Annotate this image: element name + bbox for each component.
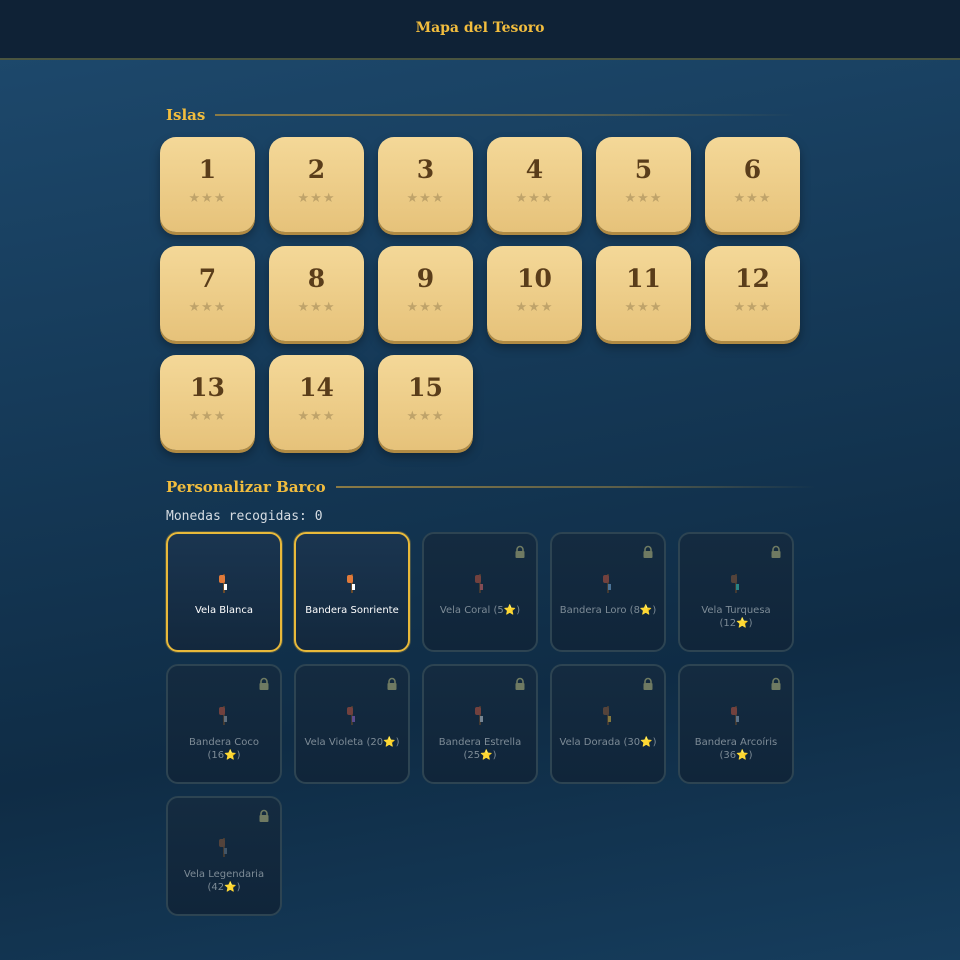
islands-heading: Islas (166, 106, 206, 124)
level-number: 13 (190, 373, 225, 402)
level-stars: ★★★ (297, 300, 336, 315)
divider (335, 486, 816, 488)
lock-icon (513, 676, 527, 690)
level-stars: ★★★ (733, 191, 772, 206)
level-number: 5 (634, 155, 653, 184)
level-number: 1 (198, 155, 217, 184)
level-number: 4 (525, 155, 544, 184)
app-title: Mapa del Tesoro (415, 20, 545, 36)
level-button-7[interactable]: 7 ★★★ (160, 246, 255, 341)
level-stars: ★★★ (406, 409, 445, 424)
lock-icon (257, 808, 271, 822)
level-button-2[interactable]: 2 ★★★ (269, 137, 364, 232)
customize-heading: Personalizar Barco (166, 478, 326, 496)
level-number: 3 (416, 155, 435, 184)
level-button-4[interactable]: 4 ★★★ (487, 137, 582, 232)
ship-icon (474, 706, 486, 726)
ship-icon (474, 574, 486, 594)
top-bar: Mapa del Tesoro (0, 0, 960, 60)
divider (215, 114, 796, 116)
ship-item-card[interactable]: Bandera Coco (16⭐) (166, 664, 282, 784)
item-label: Bandera Sonriente (305, 605, 399, 616)
level-button-13[interactable]: 13 ★★★ (160, 355, 255, 450)
level-grid: 1 ★★★ 2 ★★★ 3 ★★★ 4 ★★★ 5 ★★★ 6 ★★★ 7 ★★★ 8 ★★★ 9 ★★★ 10 ★★… (160, 137, 800, 452)
ship-item-card[interactable]: Vela Coral (5⭐) (422, 532, 538, 652)
item-label: Vela Blanca (194, 605, 254, 616)
ship-icon (602, 706, 614, 726)
ship-item-card[interactable]: Bandera Estrella (25⭐) (422, 664, 538, 784)
level-button-5[interactable]: 5 ★★★ (596, 137, 691, 232)
item-label: Bandera Loro (8⭐) (559, 605, 657, 616)
ship-icon (346, 706, 358, 726)
level-button-12[interactable]: 12 ★★★ (705, 246, 800, 341)
ship-item-card[interactable]: Vela Blanca (166, 532, 282, 652)
level-number: 6 (743, 155, 762, 184)
ship-icon (730, 574, 742, 594)
level-button-6[interactable]: 6 ★★★ (705, 137, 800, 232)
level-number: 8 (307, 264, 326, 293)
islands-section-header: Islas (166, 106, 796, 124)
level-number: 7 (198, 264, 217, 293)
customize-section-header: Personalizar Barco (166, 478, 816, 496)
level-stars: ★★★ (188, 191, 227, 206)
lock-icon (385, 676, 399, 690)
level-stars: ★★★ (297, 191, 336, 206)
ship-item-card[interactable]: Vela Violeta (20⭐) (294, 664, 410, 784)
item-label: Vela Dorada (30⭐) (559, 737, 657, 748)
level-stars: ★★★ (515, 300, 554, 315)
lock-icon (641, 676, 655, 690)
level-stars: ★★★ (406, 191, 445, 206)
lock-icon (641, 544, 655, 558)
level-stars: ★★★ (624, 300, 663, 315)
lock-icon (769, 676, 783, 690)
ship-icon (218, 838, 230, 858)
item-label: Vela Turquesa (12⭐) (701, 605, 771, 629)
level-number: 10 (517, 264, 552, 293)
level-number: 15 (408, 373, 443, 402)
level-number: 11 (626, 264, 661, 293)
level-button-10[interactable]: 10 ★★★ (487, 246, 582, 341)
ship-icon (346, 574, 358, 594)
item-label: Vela Legendaria (42⭐) (183, 869, 265, 893)
level-number: 14 (299, 373, 334, 402)
level-button-3[interactable]: 3 ★★★ (378, 137, 473, 232)
level-stars: ★★★ (733, 300, 772, 315)
level-button-1[interactable]: 1 ★★★ (160, 137, 255, 232)
level-stars: ★★★ (515, 191, 554, 206)
level-stars: ★★★ (188, 300, 227, 315)
ship-icon (730, 706, 742, 726)
level-button-11[interactable]: 11 ★★★ (596, 246, 691, 341)
level-stars: ★★★ (406, 300, 445, 315)
ship-icon (218, 706, 230, 726)
level-button-9[interactable]: 9 ★★★ (378, 246, 473, 341)
level-number: 2 (307, 155, 326, 184)
ship-icon (218, 574, 230, 594)
customization-grid: Vela Blanca Bandera Sonriente Vela Coral (… (166, 532, 794, 916)
ship-item-card[interactable]: Vela Legendaria (42⭐) (166, 796, 282, 916)
lock-icon (513, 544, 527, 558)
lock-icon (257, 676, 271, 690)
coins-counter: Monedas recogidas: 0 (166, 509, 323, 524)
ship-item-card[interactable]: Vela Turquesa (12⭐) (678, 532, 794, 652)
level-number: 12 (735, 264, 770, 293)
level-stars: ★★★ (297, 409, 336, 424)
level-stars: ★★★ (188, 409, 227, 424)
level-button-14[interactable]: 14 ★★★ (269, 355, 364, 450)
level-button-8[interactable]: 8 ★★★ (269, 246, 364, 341)
ship-icon (602, 574, 614, 594)
level-stars: ★★★ (624, 191, 663, 206)
ship-item-card[interactable]: Bandera Sonriente (294, 532, 410, 652)
item-label: Bandera Arcoíris (36⭐) (694, 737, 778, 761)
item-label: Vela Coral (5⭐) (439, 605, 521, 616)
item-label: Bandera Estrella (25⭐) (438, 737, 522, 761)
ship-item-card[interactable]: Bandera Arcoíris (36⭐) (678, 664, 794, 784)
level-number: 9 (416, 264, 435, 293)
level-button-15[interactable]: 15 ★★★ (378, 355, 473, 450)
ship-item-card[interactable]: Vela Dorada (30⭐) (550, 664, 666, 784)
item-label: Vela Violeta (20⭐) (304, 737, 400, 748)
item-label: Bandera Coco (16⭐) (189, 737, 259, 761)
lock-icon (769, 544, 783, 558)
ship-item-card[interactable]: Bandera Loro (8⭐) (550, 532, 666, 652)
